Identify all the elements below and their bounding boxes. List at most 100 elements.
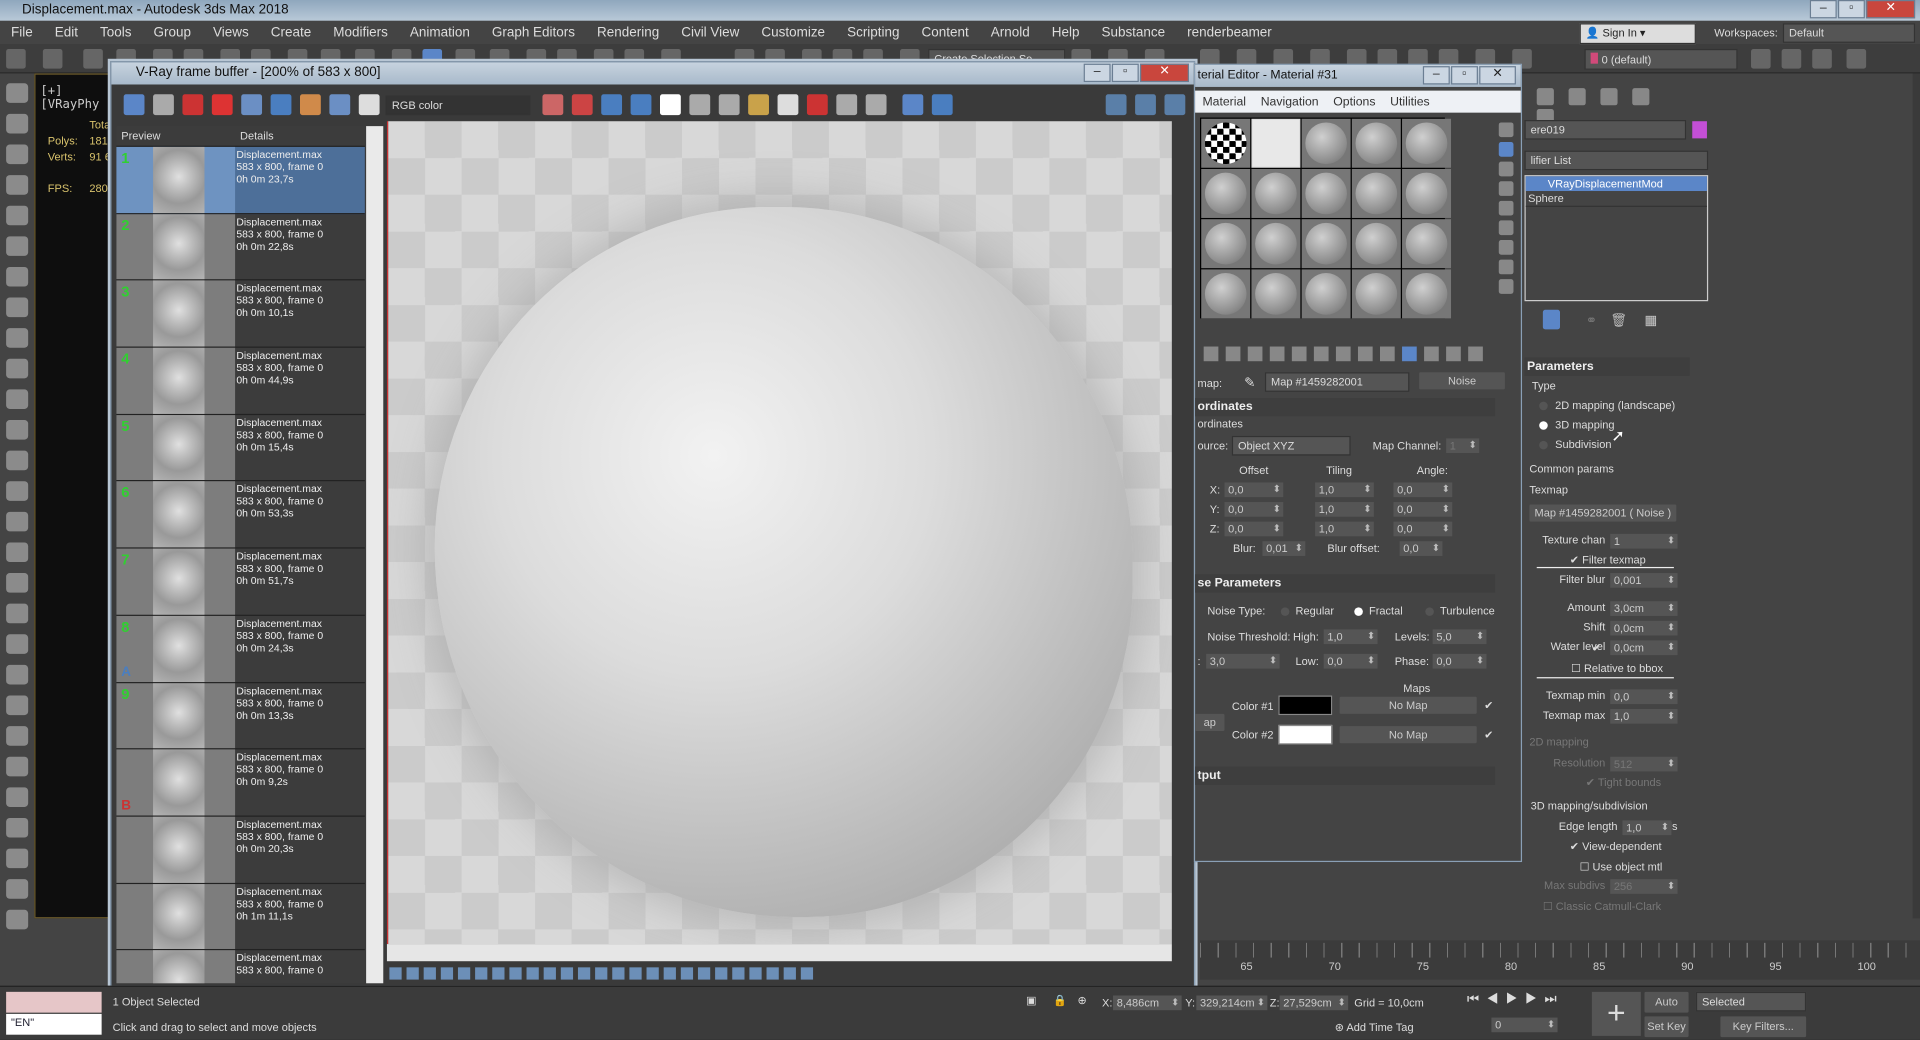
isolate-icon[interactable]: ▣ [1026,994,1036,1007]
left-tool-icon[interactable] [6,205,29,226]
blur-offset-spinner[interactable]: 0,0 [1399,541,1443,556]
vfb-bottom-tool-icon[interactable] [560,967,574,980]
filter-texmap-checkbox[interactable]: ✔ Filter texmap [1570,553,1646,566]
history-item[interactable]: 3 Displacement.max 583 x 800, frame 0 0h 0m… [116,280,365,348]
history-item[interactable]: 2 Displacement.max 583 x 800, frame 0 0h 0m… [116,213,365,281]
water-spinner[interactable]: 0,0cm [1610,640,1678,656]
col-preview[interactable]: Preview [116,126,235,146]
me-side-tool-icon[interactable] [1498,181,1514,196]
history-item[interactable]: 7 Displacement.max 583 x 800, frame 0 0h 0m… [116,548,365,616]
history-item[interactable]: 1 Displacement.max 583 x 800, frame 0 0h 0m… [116,146,365,214]
left-tool-icon[interactable] [6,756,29,777]
texture-chan-spinner[interactable]: 1 [1610,533,1678,549]
left-tool-icon[interactable] [6,328,29,348]
vfb-bottom-tool-icon[interactable] [526,967,539,980]
vfb-tool-icon[interactable] [153,94,174,116]
me-menu-navigation[interactable]: Navigation [1253,95,1326,108]
menu-customize[interactable]: Customize [750,25,836,40]
maxscript-listener-mini[interactable] [6,991,102,1013]
material-slot[interactable] [1201,219,1251,269]
make-unique-icon[interactable]: ⚭ [1586,312,1597,328]
levels-spinner[interactable]: 5,0 [1432,629,1487,645]
color-1-map-button[interactable]: No Map [1339,696,1477,714]
left-tool-icon[interactable] [6,266,29,287]
vfb-tool-icon[interactable] [123,94,145,116]
blur-spinner[interactable]: 0,01 [1262,541,1306,556]
history-item[interactable]: Displacement.max 583 x 800, frame 0 [116,950,365,984]
menu-tools[interactable]: Tools [89,25,142,40]
menu-content[interactable]: Content [911,25,980,40]
vfb-bottom-tool-icon[interactable] [629,967,642,980]
color-1-map-checkbox[interactable]: ✔ [1484,699,1493,712]
vfb-tool-icon[interactable] [601,94,623,116]
vfb-tool-icon[interactable] [689,94,711,116]
menu-create[interactable]: Create [260,25,322,40]
next-frame-icon[interactable]: ▶ [1525,992,1544,1007]
output-rollout[interactable]: tput [1195,766,1496,785]
menu-file[interactable]: File [0,25,44,40]
previous-frame-icon[interactable]: ◀ [1486,992,1505,1007]
filter-blur-spinner[interactable]: 0,001 [1610,573,1678,588]
left-tool-icon[interactable] [6,573,29,593]
left-tool-icon[interactable] [6,664,29,685]
noise-type-regular-radio[interactable] [1280,607,1290,616]
configure-modifier-sets-icon[interactable]: ▦ [1644,312,1657,328]
material-slot[interactable] [1402,269,1452,319]
material-slot[interactable] [1301,269,1351,319]
x-angle-spinner[interactable]: 0,0 [1393,482,1453,498]
menu-edit[interactable]: Edit [44,25,89,40]
me-tool-icon[interactable] [1269,346,1285,362]
history-item[interactable]: 8 A Displacement.max 583 x 800, frame 0 0h 0… [116,615,365,683]
vfb-close-button[interactable]: ✕ [1140,63,1189,83]
material-slot[interactable] [1402,168,1452,218]
left-tool-icon[interactable] [6,909,29,930]
me-side-tool-icon[interactable] [1498,240,1514,255]
me-side-tool-icon[interactable] [1498,259,1514,275]
vfb-bottom-tool-icon[interactable] [680,967,694,980]
vfb-bottom-tool-icon[interactable] [595,967,608,980]
go-to-start-icon[interactable]: ⏮ [1467,992,1486,1007]
swap-button[interactable]: ap [1195,713,1225,732]
set-key-button[interactable]: Set Key [1644,1016,1689,1038]
y-offset-spinner[interactable]: 0,0 [1224,502,1284,517]
channel-dropdown[interactable]: RGB color [385,95,531,116]
vfb-bottom-tool-icon[interactable] [749,967,762,980]
script-input[interactable]: "EN" [6,1013,102,1035]
vfb-tool-icon[interactable] [571,94,593,116]
current-frame-field[interactable]: 0 [1491,1017,1558,1033]
command-panel-scrollbar[interactable] [1912,73,1920,919]
left-tool-icon[interactable] [6,113,29,134]
remove-modifier-icon[interactable]: 🗑 [1610,312,1627,328]
menu-views[interactable]: Views [202,25,260,40]
x-coordinate-field[interactable]: 8,486cm [1113,995,1182,1011]
me-tool-icon[interactable] [1424,346,1439,362]
me-maximize-button[interactable]: ▫ [1451,66,1478,85]
render-horizontal-scrollbar[interactable] [386,944,1172,962]
vfb-bottom-tool-icon[interactable] [663,967,676,980]
me-tool-icon[interactable] [1313,346,1329,362]
me-side-tool-icon[interactable] [1498,122,1514,138]
coordinates-rollout[interactable]: ordinates [1195,397,1496,417]
color-2-map-checkbox[interactable]: ✔ [1484,729,1493,742]
me-tool-icon[interactable] [1225,346,1241,362]
timeline[interactable]: 65 70 75 80 85 90 95 100 [1200,940,1920,980]
left-tool-icon[interactable] [6,420,29,440]
material-slot[interactable] [1351,219,1401,269]
y-tiling-spinner[interactable]: 1,0 [1315,502,1374,517]
vfb-tool-icon[interactable] [211,94,233,116]
z-tiling-spinner[interactable]: 1,0 [1315,521,1374,537]
edge-spinner[interactable]: 1,0 [1622,820,1672,836]
history-item[interactable]: Displacement.max 583 x 800, frame 0 0h 1m … [116,883,365,951]
vfb-bottom-tool-icon[interactable] [697,967,711,980]
me-tool-icon[interactable] [1446,346,1461,362]
vfb-bottom-tool-icon[interactable] [475,967,488,980]
me-tool-icon[interactable] [1468,346,1483,362]
command-panel-tab-icon[interactable] [1568,88,1586,106]
toolbar-tool-icon[interactable] [1781,48,1802,69]
menu-arnold[interactable]: Arnold [980,25,1041,40]
vfb-tool-icon[interactable] [660,94,681,116]
vfb-bottom-tool-icon[interactable] [389,967,402,980]
render-image[interactable] [386,121,1172,945]
key-filters-button[interactable]: Key Filters... [1720,1016,1807,1038]
me-side-tool-icon[interactable] [1498,279,1514,294]
